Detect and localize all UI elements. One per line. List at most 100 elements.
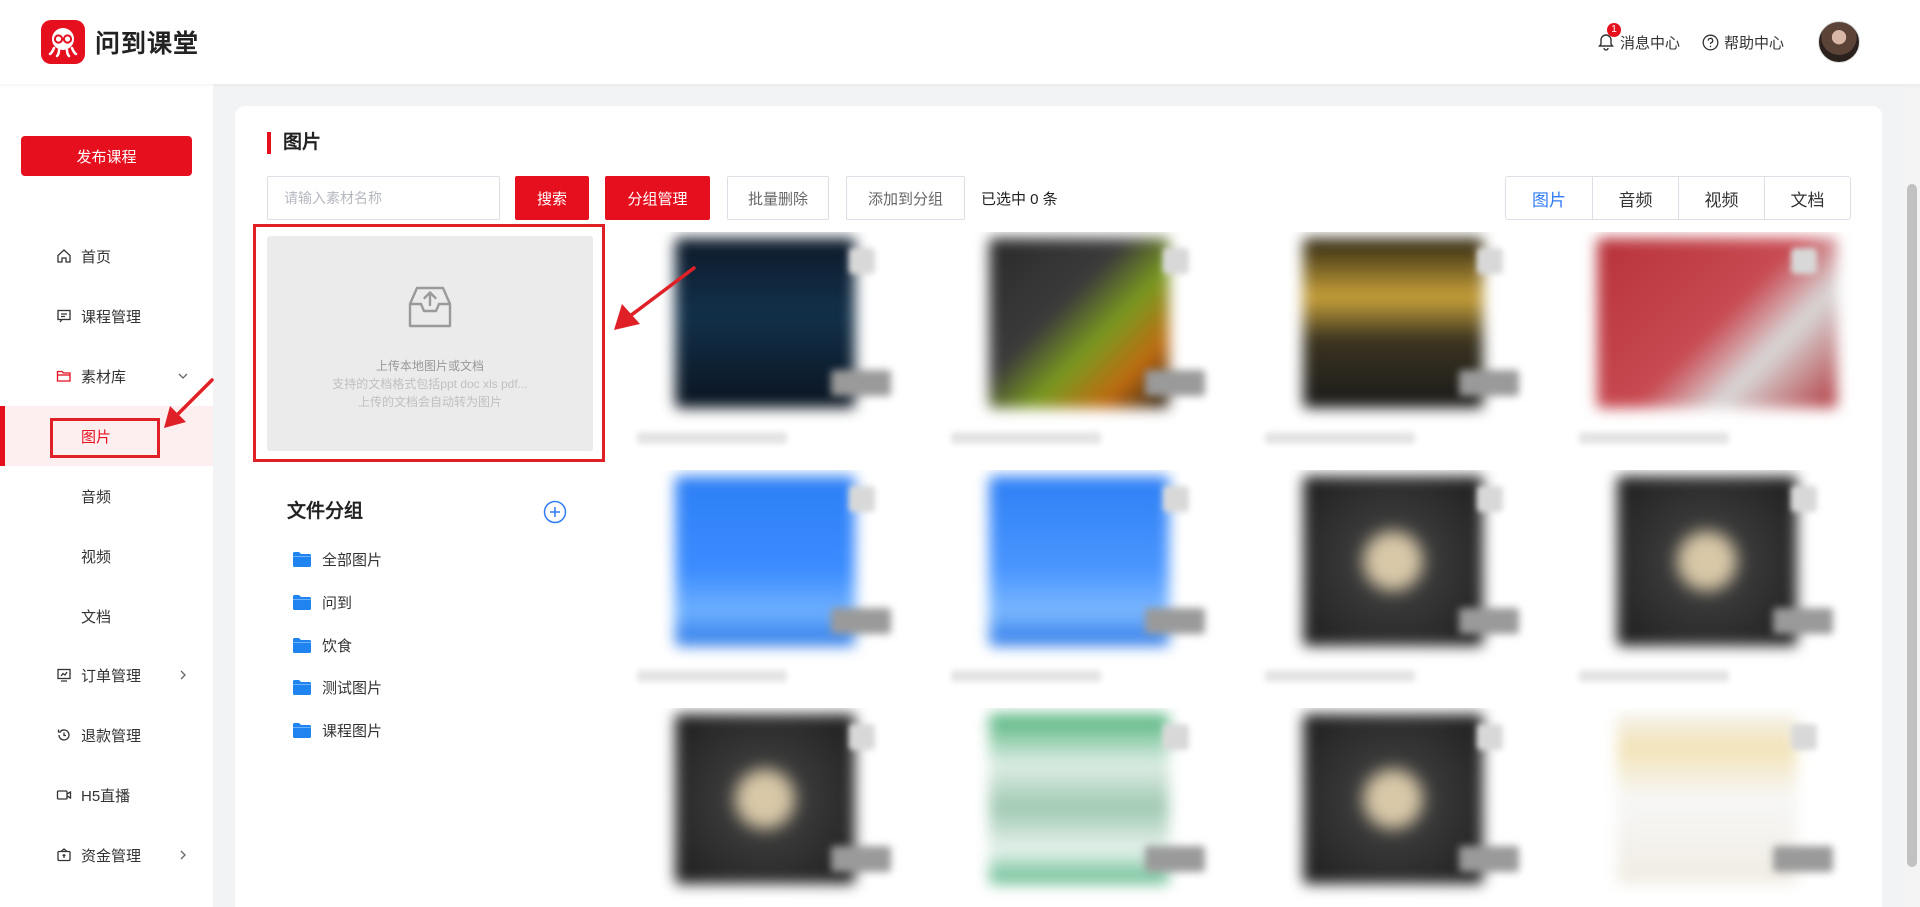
image-tile[interactable] [1557,708,1873,907]
tile-checkbox[interactable] [1791,486,1817,512]
image-tile[interactable] [615,470,931,702]
sidebar-item-audio[interactable]: 音频 [0,472,213,520]
brand-logo[interactable]: 问到课堂 [41,20,199,64]
tab-documents[interactable]: 文档 [1764,177,1850,219]
image-tile[interactable] [1243,708,1559,907]
order-icon [55,666,73,684]
group-item-test-images[interactable]: 测试图片 [292,674,382,700]
image-tile[interactable] [929,232,1245,464]
file-group-title: 文件分组 [287,501,364,522]
sidebar-item-course-management[interactable]: 课程管理 [0,292,213,340]
image-thumbnail [1303,476,1483,646]
page-scrollbar[interactable] [1904,84,1920,907]
image-thumbnail [675,476,855,646]
image-thumbnail [1617,476,1797,646]
tile-caption [1579,432,1729,444]
image-thumbnail [675,714,855,884]
sidebar-item-label: 素材库 [81,368,127,386]
help-center-label: 帮助中心 [1723,34,1784,52]
group-item-course-images[interactable]: 课程图片 [292,717,382,743]
folder-icon [292,637,312,654]
sidebar-item-video[interactable]: 视频 [0,532,213,580]
tile-checkbox[interactable] [1791,724,1817,750]
tile-action[interactable] [1145,846,1205,872]
tile-checkbox[interactable] [849,248,875,274]
tile-checkbox[interactable] [1477,248,1503,274]
tile-caption [637,670,787,682]
page-title: 图片 [267,132,321,154]
tile-checkbox[interactable] [1477,486,1503,512]
tile-action[interactable] [1459,608,1519,634]
publish-course-button[interactable]: 发布课程 [21,136,192,176]
group-management-button[interactable]: 分组管理 [605,176,710,220]
folder-icon [292,551,312,568]
group-item-all-images[interactable]: 全部图片 [292,546,382,572]
tile-action[interactable] [1459,846,1519,872]
video-camera-icon [55,786,73,804]
sidebar-item-h5-live[interactable]: H5直播 [0,771,213,819]
tab-video[interactable]: 视频 [1678,177,1764,219]
tile-checkbox[interactable] [849,724,875,750]
sidebar-item-documents[interactable]: 文档 [0,592,213,640]
image-tile[interactable] [1243,470,1559,702]
image-tile[interactable] [1243,232,1559,464]
material-library-panel: 图片 搜索 分组管理 批量删除 添加到分组 已选中 0 条 图片 音频 视频 文… [235,106,1882,907]
file-group-panel: 文件分组 全部图片 问到 饮食 测试图片 课程图片 [267,476,593,907]
tile-action[interactable] [1773,608,1833,634]
batch-delete-button[interactable]: 批量删除 [727,176,829,220]
tile-action[interactable] [831,608,891,634]
add-to-group-button[interactable]: 添加到分组 [846,176,965,220]
image-tile[interactable] [615,708,931,907]
user-avatar[interactable] [1818,21,1860,63]
chevron-right-icon [175,667,191,683]
image-tile[interactable] [929,708,1245,907]
add-group-icon[interactable] [543,500,567,524]
tile-checkbox[interactable] [1477,724,1503,750]
tile-caption [1265,432,1415,444]
tile-action[interactable] [831,370,891,396]
sidebar-item-label: 视频 [81,548,112,566]
image-tile[interactable] [929,470,1245,702]
group-item-label: 饮食 [322,637,353,655]
sidebar: 发布课程 首页 课程管理 素材库 图片 音频 视频 文档 订单管理 退款管理 H… [0,84,213,907]
home-icon [55,247,73,265]
header-actions: 1 消息中心 帮助中心 [1597,20,1860,64]
image-tile[interactable] [1557,470,1873,702]
folder-icon [292,722,312,739]
tile-action[interactable] [831,846,891,872]
tile-checkbox[interactable] [1791,248,1817,274]
sidebar-item-refund-management[interactable]: 退款管理 [0,711,213,759]
tile-action[interactable] [1773,846,1833,872]
tile-caption [1265,670,1415,682]
image-tile[interactable] [1557,232,1873,464]
tile-checkbox[interactable] [1163,724,1189,750]
folder-open-icon [55,367,73,385]
tab-audio[interactable]: 音频 [1592,177,1678,219]
search-button[interactable]: 搜索 [515,176,589,220]
image-thumbnail [1303,714,1483,884]
tile-checkbox[interactable] [1163,248,1189,274]
sidebar-item-order-management[interactable]: 订单管理 [0,651,213,699]
sidebar-item-fund-management[interactable]: 资金管理 [0,831,213,879]
sidebar-item-home[interactable]: 首页 [0,232,213,280]
group-item-label: 问到 [322,594,353,612]
tile-action[interactable] [1145,608,1205,634]
group-item-label: 全部图片 [322,551,383,569]
group-item-wendao[interactable]: 问到 [292,589,352,615]
material-search-input[interactable] [267,176,500,220]
image-grid [615,232,1872,907]
help-icon [1702,34,1719,51]
tile-checkbox[interactable] [849,486,875,512]
tab-images[interactable]: 图片 [1506,177,1592,219]
tile-checkbox[interactable] [1163,486,1189,512]
image-thumbnail [989,476,1169,646]
scrollbar-thumb[interactable] [1907,184,1917,867]
tile-action[interactable] [1145,370,1205,396]
message-center-link[interactable]: 1 消息中心 [1597,23,1680,53]
help-center-link[interactable]: 帮助中心 [1702,32,1784,53]
refund-icon [55,726,73,744]
tile-action[interactable] [1459,370,1519,396]
group-item-food[interactable]: 饮食 [292,632,352,658]
annotation-arrow-icon [164,378,214,428]
sidebar-item-label: 退款管理 [81,727,142,745]
